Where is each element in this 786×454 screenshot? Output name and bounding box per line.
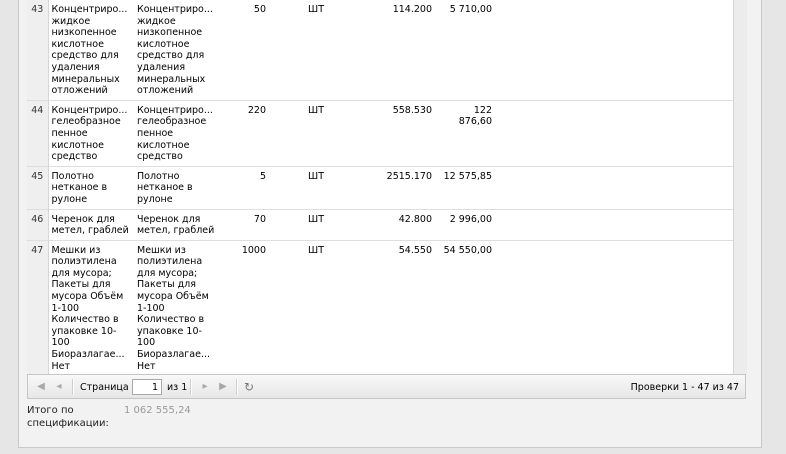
total-label: Итого по спецификации: [27,405,109,429]
sum-cell: 122 876,60 [458,104,492,128]
row-number: 45 [27,166,49,209]
row-number: 46 [27,209,49,241]
product-name-alt-cell: Черенок для метел, граблей [137,213,215,237]
next-page-icon[interactable]: ▸ [198,380,212,394]
quantity-cell: 220 [247,104,266,116]
sum-cell: 12 575,85 [443,170,492,182]
quantity-cell: 50 [253,4,266,15]
price-cell: 54.550 [398,244,432,256]
page-number-input[interactable] [132,379,162,395]
empty-cell [495,166,733,209]
sum-cell: 54 550,00 [443,244,492,256]
unit-cell: ШТ [308,244,324,256]
empty-cell [495,209,733,240]
empty-cell [495,240,733,374]
row-number: 43 [27,0,49,101]
last-page-icon[interactable]: ▶︎ [216,380,230,394]
unit-cell: ШТ [308,104,324,116]
product-name-cell: Концентриро... гелеобразное пенное кисло… [51,104,128,163]
empty-cell [495,0,733,100]
paging-toolbar: ◀︎ ◂ Страница из 1 ▸ ▶︎ ↻ Проверки 1 - 4… [27,374,746,399]
table-row[interactable]: 43 Концентриро... жидкое низкопенное кисл… [27,0,733,101]
unit-cell: ШТ [308,213,324,225]
price-cell: 558.530 [392,104,432,116]
product-name-alt-cell: Концентриро... гелеобразное пенное кисло… [137,104,213,163]
table-row[interactable]: 46 Черенок для метел, граблей Черенок для … [27,209,733,241]
page-count-label: из 1 [167,382,188,393]
unit-cell: ШТ [308,4,324,15]
first-page-icon[interactable]: ◀︎ [34,380,48,394]
total-value: 1 062 555,24 [124,405,191,416]
product-name-alt-cell: Полотно нетканое в рулоне [137,170,193,205]
refresh-icon[interactable]: ↻ [242,380,256,394]
grid-table: 43 Концентриро... жидкое низкопенное кисл… [27,0,733,374]
quantity-cell: 5 [259,170,266,182]
paging-display-info: Проверки 1 - 47 из 47 [630,382,739,393]
price-cell: 2515.170 [386,170,432,182]
table-row[interactable]: 47 Мешки из полиэтилена для мусора; Пакет… [27,240,733,374]
toolbar-separator [72,379,74,395]
sum-cell: 5 710,00 [449,4,492,15]
toolbar-separator [236,379,238,395]
quantity-cell: 70 [253,213,266,225]
quantity-cell: 1000 [241,244,266,256]
product-name-alt-cell: Мешки из полиэтилена для мусора; Пакеты … [137,244,211,372]
table-row[interactable]: 44 Концентриро... гелеобразное пенное кис… [27,100,733,167]
unit-cell: ШТ [308,170,324,182]
price-cell: 42.800 [398,213,432,225]
page-label: Страница [80,382,129,393]
vertical-scrollbar[interactable] [733,0,747,374]
row-number: 44 [27,100,49,167]
toolbar-separator [190,379,192,395]
price-cell: 114.200 [392,4,432,15]
product-name-cell: Мешки из полиэтилена для мусора; Пакеты … [51,244,125,372]
product-name-cell: Полотно нетканое в рулоне [51,170,108,205]
product-name-cell: Концентриро... жидкое низкопенное кислот… [51,4,128,97]
sum-cell: 2 996,00 [449,213,492,225]
row-number: 47 [27,240,49,374]
table-row[interactable]: 45 Полотно нетканое в рулоне Полотно нетка… [27,166,733,209]
empty-cell [495,100,733,166]
prev-page-icon[interactable]: ◂ [52,380,66,394]
specification-grid: 43 Концентриро... жидкое низкопенное кисл… [27,0,734,374]
product-name-cell: Черенок для метел, граблей [51,213,129,237]
product-name-alt-cell: Концентриро... жидкое низкопенное кислот… [137,4,213,97]
